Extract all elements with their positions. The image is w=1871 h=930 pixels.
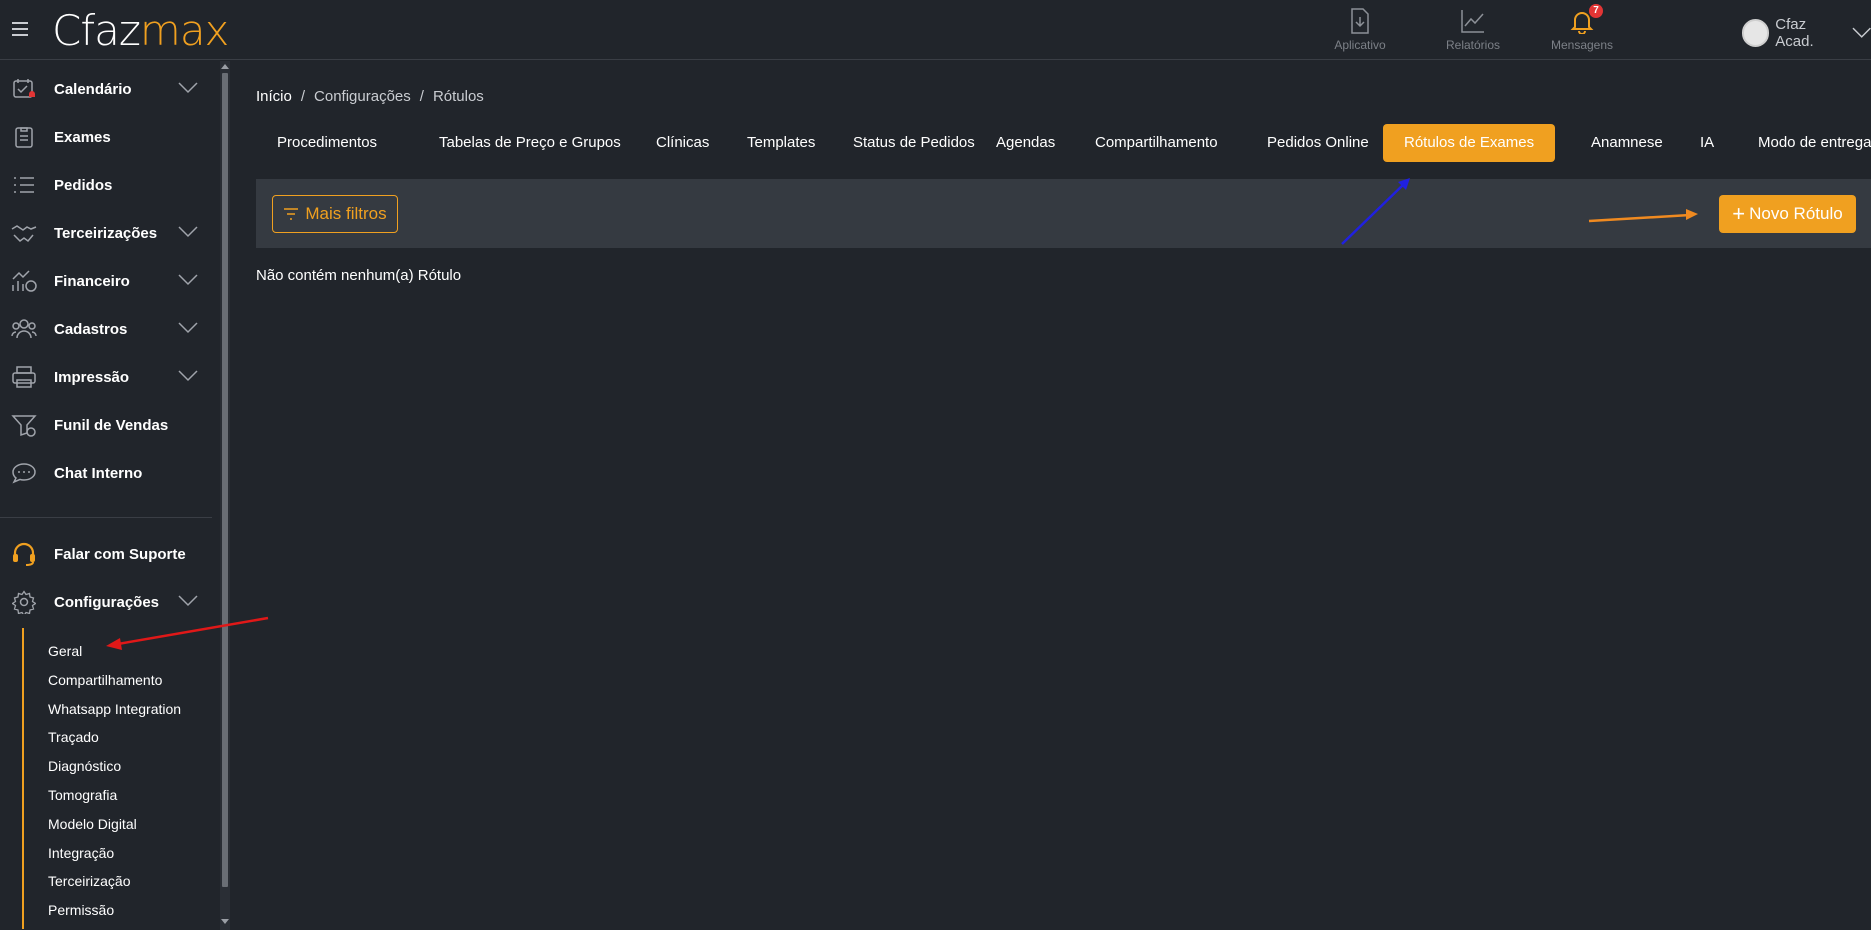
more-filters-label: Mais filtros [305, 204, 387, 223]
scroll-up-icon[interactable] [221, 64, 229, 69]
tab-modo-de-entrega[interactable]: Modo de entrega [1737, 124, 1871, 162]
chevron-down-icon [178, 322, 198, 334]
submenu-item-compartilhamento[interactable]: Compartilhamento [48, 672, 162, 688]
submenu-item-whatsapp[interactable]: Whatsapp Integration [48, 701, 181, 717]
calendar-icon [11, 76, 37, 102]
submenu-item-diagnostico[interactable]: Diagnóstico [48, 758, 121, 774]
tab-rotulos-de-exames[interactable]: Rótulos de Exames [1383, 124, 1556, 162]
tab-tabelas-de-preco[interactable]: Tabelas de Preço e Grupos [418, 124, 642, 162]
download-file-icon [1351, 8, 1369, 34]
header-app-label: Aplicativo [1334, 38, 1386, 52]
finance-icon [11, 268, 37, 294]
tab-pedidos-online[interactable]: Pedidos Online [1246, 124, 1390, 162]
tab-clinicas[interactable]: Clínicas [635, 124, 730, 162]
chevron-down-icon [178, 226, 198, 238]
submenu-item-modelo-digital[interactable]: Modelo Digital [48, 816, 137, 832]
printer-icon [11, 364, 37, 390]
sidebar-item-exames[interactable]: Exames [0, 117, 212, 157]
scrollbar-thumb[interactable] [222, 73, 228, 887]
tab-compartilhamento[interactable]: Compartilhamento [1074, 124, 1239, 162]
chevron-down-icon [178, 82, 198, 94]
sidebar-item-pedidos[interactable]: Pedidos [0, 165, 212, 205]
submenu-item-permissao[interactable]: Permissão [48, 902, 114, 918]
header-messages-button[interactable]: 7 Mensagens [1537, 4, 1627, 52]
filter-toolbar: Mais filtros + Novo Rótulo [256, 179, 1871, 248]
header-messages-label: Mensagens [1550, 38, 1614, 52]
submenu-item-tracado[interactable]: Traçado [48, 729, 99, 745]
sidebar-item-label: Calendário [54, 80, 132, 98]
chevron-down-icon [178, 274, 198, 286]
user-name: Cfaz Acad. [1775, 16, 1814, 50]
clipboard-icon [11, 124, 37, 150]
new-label-text: Novo Rótulo [1749, 204, 1843, 223]
hamburger-menu-icon[interactable] [12, 22, 28, 36]
header-app-button[interactable]: Aplicativo [1315, 8, 1405, 52]
sidebar-item-label: Falar com Suporte [54, 545, 186, 563]
user-menu[interactable]: Cfaz Acad. [1742, 16, 1871, 50]
breadcrumb-current: Rótulos [432, 88, 484, 105]
sidebar-item-suporte[interactable]: Falar com Suporte [0, 534, 212, 574]
chart-trend-icon [1461, 10, 1484, 33]
sidebar-scrollbar[interactable] [220, 61, 230, 930]
submenu-item-terceirizacao[interactable]: Terceirização [48, 873, 130, 889]
submenu-item-integracao[interactable]: Integração [48, 845, 114, 861]
breadcrumb-settings[interactable]: Configurações [314, 88, 411, 105]
more-filters-button[interactable]: Mais filtros [272, 195, 398, 233]
gear-icon [11, 589, 37, 615]
plus-icon: + [1732, 201, 1746, 226]
messages-badge: 7 [1589, 4, 1603, 18]
tab-ia[interactable]: IA [1679, 124, 1735, 162]
top-header: Cfazmax Aplicativo Relatórios 7 Mensagen… [0, 0, 1871, 60]
filter-icon [284, 208, 299, 220]
header-reports-button[interactable]: Relatórios [1428, 8, 1518, 52]
sidebar-item-chat-interno[interactable]: Chat Interno [0, 453, 212, 493]
sidebar-item-label: Terceirizações [54, 224, 158, 242]
sidebar-item-label: Chat Interno [54, 464, 143, 482]
breadcrumb: Início / Configurações / Rótulos [256, 88, 484, 105]
sidebar-item-cadastros[interactable]: Cadastros [0, 309, 212, 349]
users-icon [11, 316, 37, 342]
empty-state-message: Não contém nenhum(a) Rótulo [256, 267, 462, 284]
sidebar-item-label: Financeiro [54, 272, 130, 290]
sidebar-item-label: Funil de Vendas [54, 416, 169, 434]
submenu-item-tomografia[interactable]: Tomografia [48, 787, 117, 803]
handshake-icon [11, 220, 37, 246]
headset-icon [11, 541, 37, 567]
avatar [1742, 19, 1770, 47]
funnel-icon [11, 412, 37, 438]
breadcrumb-home[interactable]: Início [256, 88, 292, 105]
sidebar-item-label: Cadastros [54, 320, 128, 338]
sidebar-divider [0, 517, 212, 518]
sidebar-item-terceirizacoes[interactable]: Terceirizações [0, 213, 212, 253]
sidebar-item-label: Pedidos [54, 176, 113, 194]
chevron-down-icon [178, 595, 198, 607]
list-icon [11, 172, 37, 198]
sidebar-item-label: Impressão [54, 368, 130, 386]
tab-anamnese[interactable]: Anamnese [1570, 124, 1684, 162]
tab-agendas[interactable]: Agendas [975, 124, 1076, 162]
tab-procedimentos[interactable]: Procedimentos [256, 124, 398, 162]
sidebar: Calendário Exames Pedidos Terceirizações… [0, 61, 230, 930]
submenu-item-geral[interactable]: Geral [48, 643, 82, 659]
sidebar-item-label: Exames [54, 128, 111, 146]
chat-icon [11, 460, 37, 486]
tab-status-de-pedidos[interactable]: Status de Pedidos [832, 124, 996, 162]
submenu-indicator [22, 628, 24, 929]
sidebar-item-funil-de-vendas[interactable]: Funil de Vendas [0, 405, 212, 445]
scroll-down-icon[interactable] [221, 919, 229, 924]
tab-templates[interactable]: Templates [726, 124, 836, 162]
new-label-button[interactable]: + Novo Rótulo [1719, 195, 1856, 233]
brand-logo[interactable]: Cfazmax [52, 6, 230, 55]
sidebar-item-configuracoes[interactable]: Configurações [0, 582, 212, 622]
logo-text-part2: max [139, 6, 230, 55]
chevron-down-icon [178, 370, 198, 382]
chevron-down-icon [1852, 27, 1871, 38]
sidebar-item-calendario[interactable]: Calendário [0, 69, 212, 109]
sidebar-item-financeiro[interactable]: Financeiro [0, 261, 212, 301]
logo-text-part1: Cfaz [52, 6, 141, 55]
sidebar-item-label: Configurações [54, 593, 160, 611]
header-reports-label: Relatórios [1445, 38, 1501, 52]
sidebar-item-impressao[interactable]: Impressão [0, 357, 212, 397]
